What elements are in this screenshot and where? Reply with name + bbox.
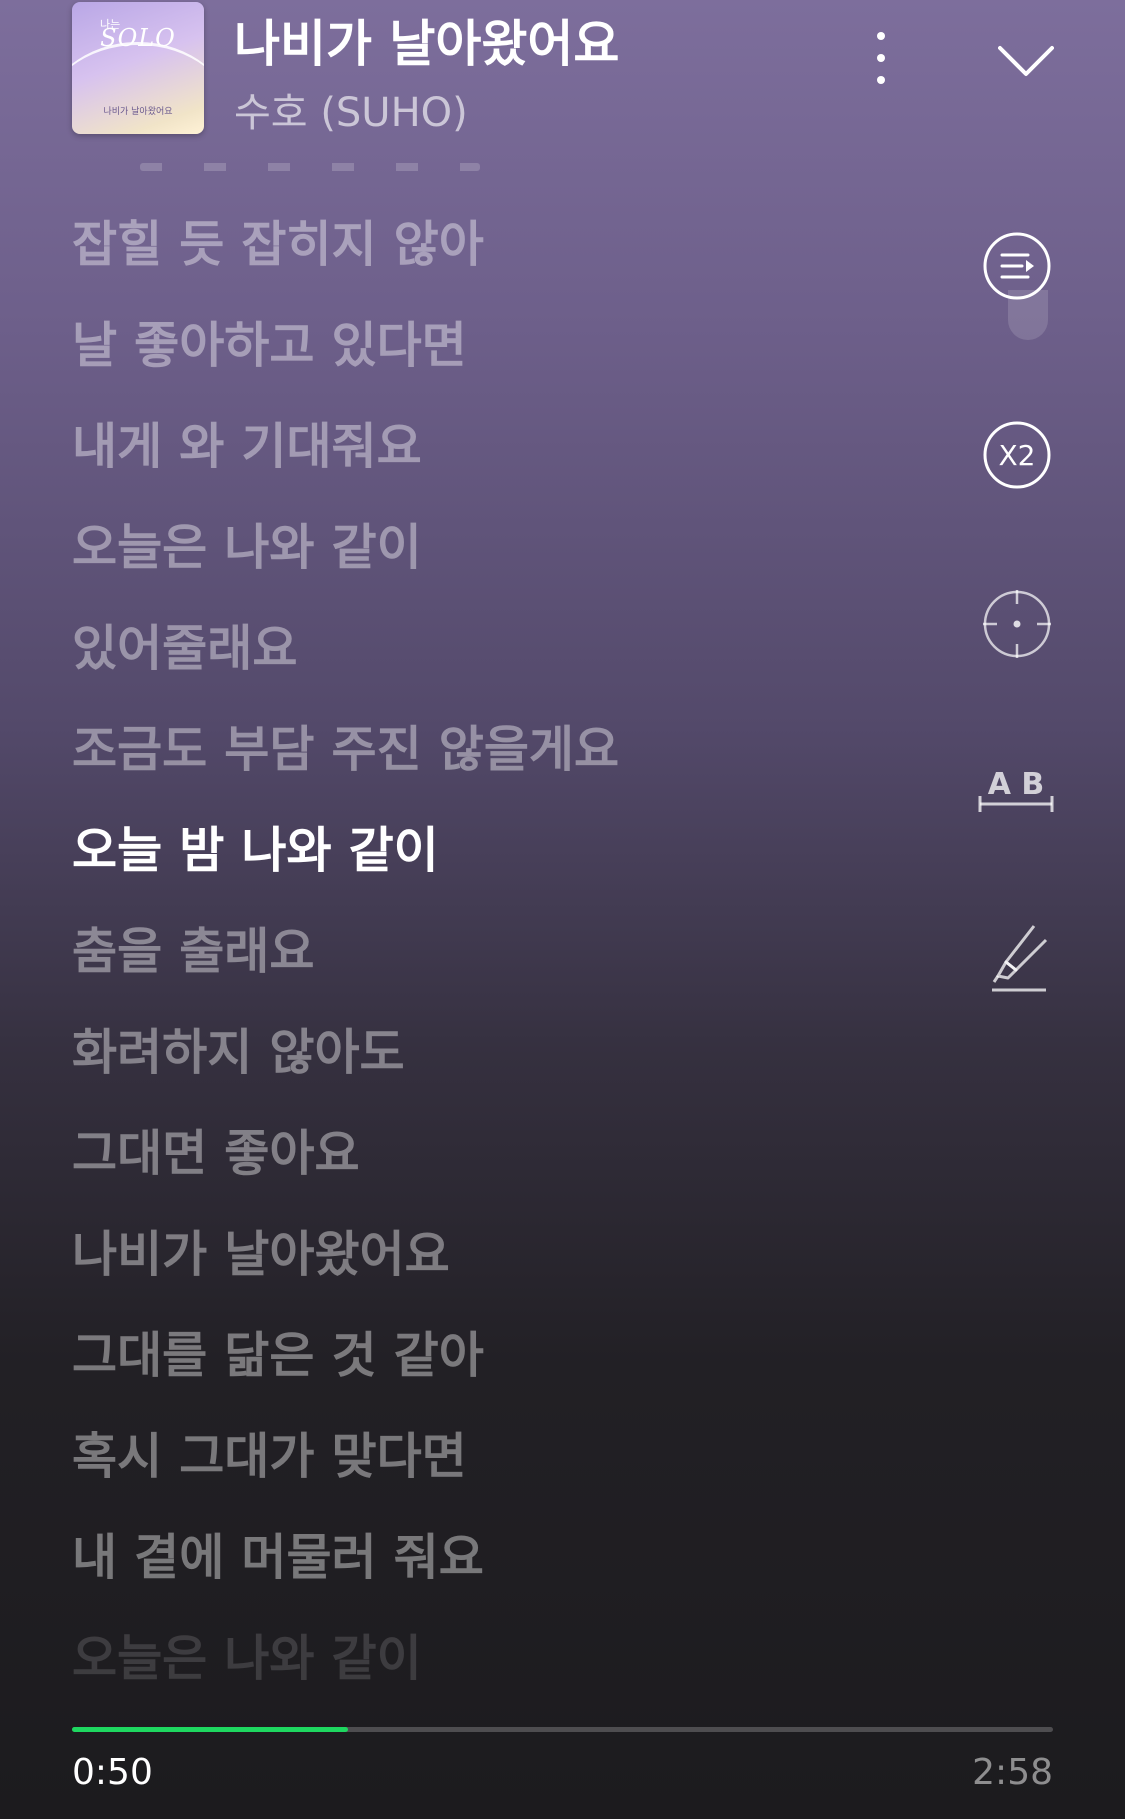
more-vertical-icon-dot — [877, 54, 885, 62]
lyric-line[interactable]: 그대를 닮은 것 같아 — [72, 1316, 872, 1417]
focus-button[interactable] — [980, 587, 1054, 661]
more-vertical-icon-dot — [877, 76, 885, 84]
lyric-line[interactable]: 춤을 출래요 — [72, 912, 872, 1013]
lyric-line[interactable]: 그대면 좋아요 — [72, 1114, 872, 1215]
lyric-line-active[interactable]: 오늘 밤 나와 같이 — [72, 811, 872, 912]
queue-button[interactable] — [980, 229, 1054, 303]
lyric-line[interactable]: 오늘은 나와 같이 — [72, 1619, 872, 1720]
highlight-button[interactable] — [976, 920, 1056, 1000]
crosshair-icon — [983, 590, 1051, 658]
album-logo: SOLO — [100, 24, 176, 52]
previous-lyric-cutoff — [140, 163, 480, 171]
lyric-line[interactable]: 잡힐 듯 잡히지 않아 — [72, 205, 872, 306]
lyric-line[interactable]: 오늘은 나와 같이 — [72, 508, 872, 609]
ab-repeat-icon: A B — [978, 767, 1054, 812]
lyrics-list[interactable]: 잡힐 듯 잡히지 않아 날 좋아하고 있다면 내게 와 기대줘요 오늘은 나와 … — [72, 205, 872, 1720]
ab-label: A B — [988, 767, 1045, 802]
progress-bar[interactable] — [72, 1727, 1053, 1732]
speed-label: X2 — [999, 439, 1036, 472]
lyric-line[interactable]: 내 곁에 머물러 줘요 — [72, 1518, 872, 1619]
lyric-line[interactable]: 화려하지 않아도 — [72, 1013, 872, 1114]
total-time: 2:58 — [972, 1752, 1053, 1793]
ab-repeat-button[interactable]: A B — [976, 760, 1056, 834]
current-time: 0:50 — [72, 1752, 153, 1793]
more-vertical-icon — [877, 32, 885, 40]
album-art-arc — [72, 42, 204, 134]
album-subtitle: 나비가 날아왔어요 — [103, 107, 173, 117]
lyric-line[interactable]: 혹시 그대가 맞다면 — [72, 1417, 872, 1518]
speed-button[interactable]: X2 — [980, 418, 1054, 492]
lyric-line[interactable]: 조금도 부담 주진 않을게요 — [72, 710, 872, 811]
speed-icon: X2 — [983, 421, 1051, 489]
now-playing-header: 나는 SOLO 나비가 날아왔어요 나비가 날아왔어요 수호 (SUHO) — [0, 0, 1125, 150]
lyric-line[interactable]: 날 좋아하고 있다면 — [72, 306, 872, 407]
highlighter-icon — [992, 925, 1048, 992]
progress-fill — [72, 1727, 348, 1732]
queue-play-icon — [983, 232, 1051, 300]
song-artist[interactable]: 수호 (SUHO) — [234, 80, 468, 138]
lyric-line[interactable]: 내게 와 기대줘요 — [72, 407, 872, 508]
lyrics-tools: X2 A B — [978, 0, 1100, 1100]
lyric-line[interactable]: 나비가 날아왔어요 — [72, 1215, 872, 1316]
lyric-line[interactable]: 있어줄래요 — [72, 609, 872, 710]
song-title: 나비가 날아왔어요 — [234, 15, 620, 73]
more-options-button[interactable] — [862, 28, 900, 88]
album-art[interactable]: 나는 SOLO 나비가 날아왔어요 — [72, 2, 204, 134]
